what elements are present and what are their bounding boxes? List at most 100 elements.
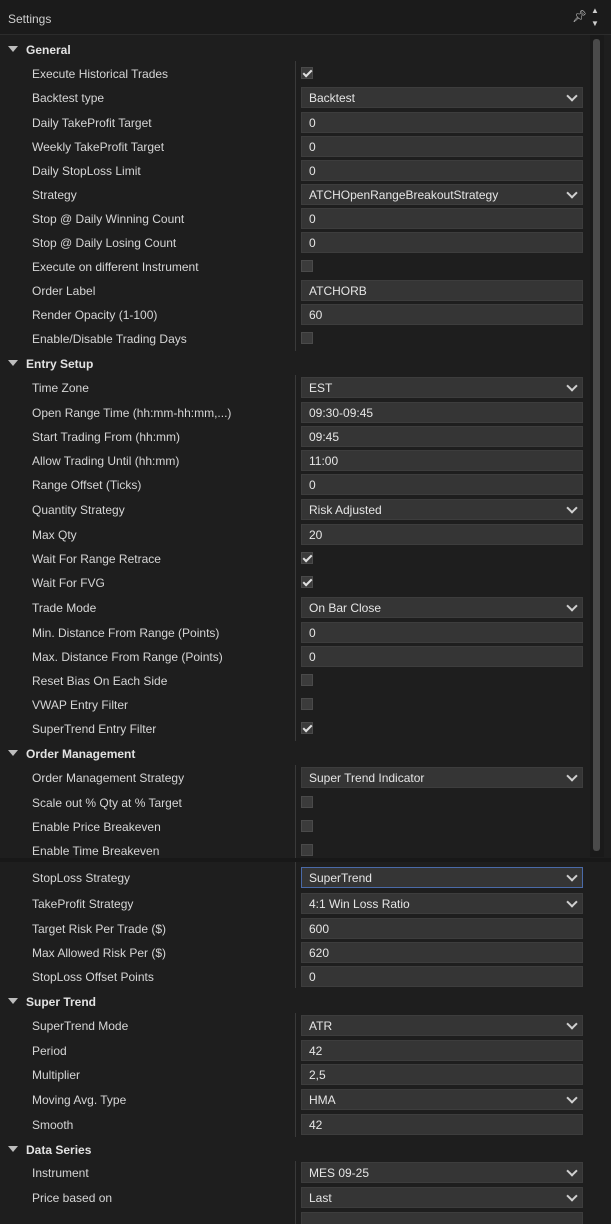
stop-daily-winning-count-input[interactable]: 0 — [301, 208, 583, 229]
weekly-takeprofit-target-input[interactable]: 0 — [301, 136, 583, 157]
vwap-entry-filter-checkbox[interactable] — [301, 698, 313, 710]
category-general[interactable]: General — [0, 37, 590, 61]
max-allowed-risk-per-input[interactable]: 620 — [301, 942, 583, 963]
partial-field[interactable] — [301, 1212, 583, 1224]
allow-trading-until-input[interactable]: 11:00 — [301, 450, 583, 471]
instrument-dropdown[interactable]: MES 09-25 — [301, 1162, 583, 1183]
property-label: Scale out % Qty at % Target — [32, 796, 182, 810]
property-vwap-entry-filter: VWAP Entry Filter — [0, 692, 590, 716]
stop-daily-losing-count-input[interactable]: 0 — [301, 232, 583, 253]
collapse-arrow-icon[interactable] — [8, 750, 18, 756]
property-reset-bias-on-each-side: Reset Bias On Each Side — [0, 668, 590, 692]
scroll-up-arrow-icon[interactable]: ▲ — [591, 6, 599, 15]
min-distance-from-range-input[interactable]: 0 — [301, 622, 583, 643]
wait-for-fvg-checkbox[interactable] — [301, 576, 313, 588]
enable-disable-trading-days-checkbox[interactable] — [301, 332, 313, 344]
property-quantity-strategy: Quantity Strategy Risk Adjusted — [0, 497, 590, 521]
scale-out-qty-checkbox[interactable] — [301, 796, 313, 808]
chevron-down-icon[interactable] — [566, 1190, 578, 1202]
property-time-zone: Time Zone EST — [0, 375, 590, 399]
property-backtest-type: Backtest type Backtest — [0, 85, 590, 109]
chevron-down-icon[interactable] — [566, 502, 578, 514]
target-risk-per-trade-input[interactable]: 600 — [301, 918, 583, 939]
category-data-series[interactable]: Data Series — [0, 1137, 590, 1161]
supertrend-mode-dropdown[interactable]: ATR — [301, 1015, 583, 1036]
strategy-dropdown[interactable]: ATCHOpenRangeBreakoutStrategy — [301, 184, 583, 205]
start-trading-from-input[interactable]: 09:45 — [301, 426, 583, 447]
backtest-type-dropdown[interactable]: Backtest — [301, 87, 583, 108]
multiplier-input[interactable]: 2,5 — [301, 1064, 583, 1085]
chevron-down-icon[interactable] — [566, 380, 578, 392]
category-label: Super Trend — [26, 995, 97, 1009]
execute-on-different-instrument-checkbox[interactable] — [301, 260, 313, 272]
render-opacity-input[interactable]: 60 — [301, 304, 583, 325]
scroll-down-arrow-icon[interactable]: ▼ — [591, 19, 599, 28]
quantity-strategy-dropdown[interactable]: Risk Adjusted — [301, 499, 583, 520]
property-wait-for-fvg: Wait For FVG — [0, 570, 590, 594]
dropdown-value: Backtest — [309, 91, 356, 105]
property-label: Max. Distance From Range (Points) — [32, 650, 223, 664]
property-label: Quantity Strategy — [32, 503, 125, 517]
vertical-scrollbar[interactable] — [590, 35, 604, 857]
enable-time-breakeven-checkbox[interactable] — [301, 844, 313, 856]
execute-historical-trades-checkbox[interactable] — [301, 67, 313, 79]
order-management-strategy-dropdown[interactable]: Super Trend Indicator — [301, 767, 583, 788]
property-min-distance-from-range: Min. Distance From Range (Points) 0 — [0, 620, 590, 644]
check-mark-icon — [302, 552, 313, 563]
price-based-on-dropdown[interactable]: Last — [301, 1187, 583, 1208]
property-render-opacity: Render Opacity (1-100) 60 — [0, 302, 590, 326]
pin-icon[interactable]: 📌︎ — [572, 9, 587, 25]
collapse-arrow-icon[interactable] — [8, 998, 18, 1004]
chevron-down-icon[interactable] — [566, 1018, 578, 1030]
wait-for-range-retrace-checkbox[interactable] — [301, 552, 313, 564]
chevron-down-icon[interactable] — [566, 90, 578, 102]
property-scale-out-qty: Scale out % Qty at % Target — [0, 790, 590, 814]
trade-mode-dropdown[interactable]: On Bar Close — [301, 597, 583, 618]
settings-title-bar: Settings 📌︎ — [0, 0, 611, 35]
chevron-down-icon[interactable] — [566, 1165, 578, 1177]
chevron-down-icon[interactable] — [566, 896, 578, 908]
period-input[interactable]: 42 — [301, 1040, 583, 1061]
check-mark-icon — [302, 722, 313, 733]
property-weekly-takeprofit-target: Weekly TakeProfit Target 0 — [0, 134, 590, 158]
category-entry-setup[interactable]: Entry Setup — [0, 351, 590, 375]
moving-avg-type-dropdown[interactable]: HMA — [301, 1089, 583, 1110]
chevron-down-icon[interactable] — [566, 600, 578, 612]
property-label: SuperTrend Mode — [32, 1019, 129, 1033]
property-supertrend-mode: SuperTrend Mode ATR — [0, 1013, 590, 1037]
range-offset-input[interactable]: 0 — [301, 474, 583, 495]
property-label: Trade Mode — [32, 601, 97, 615]
collapse-arrow-icon[interactable] — [8, 1146, 18, 1152]
max-distance-from-range-input[interactable]: 0 — [301, 646, 583, 667]
collapse-arrow-icon[interactable] — [8, 360, 18, 366]
stoploss-offset-points-input[interactable]: 0 — [301, 966, 583, 987]
enable-price-breakeven-checkbox[interactable] — [301, 820, 313, 832]
category-label: Data Series — [26, 1143, 92, 1157]
chevron-down-icon[interactable] — [566, 1092, 578, 1104]
category-label: General — [26, 43, 71, 57]
chevron-down-icon[interactable] — [566, 870, 578, 882]
category-order-management[interactable]: Order Management — [0, 741, 590, 765]
dropdown-value: Risk Adjusted — [309, 503, 382, 517]
supertrend-entry-filter-checkbox[interactable] — [301, 722, 313, 734]
daily-stoploss-limit-input[interactable]: 0 — [301, 160, 583, 181]
open-range-time-input[interactable]: 09:30-09:45 — [301, 402, 583, 423]
smooth-input[interactable]: 42 — [301, 1114, 583, 1135]
scrollbar-thumb[interactable] — [593, 39, 600, 851]
property-label: Min. Distance From Range (Points) — [32, 626, 220, 640]
property-label: Execute Historical Trades — [32, 67, 169, 81]
property-label: Enable/Disable Trading Days — [32, 332, 187, 346]
stoploss-strategy-dropdown[interactable]: SuperTrend — [301, 867, 583, 888]
takeprofit-strategy-dropdown[interactable]: 4:1 Win Loss Ratio — [301, 893, 583, 914]
daily-takeprofit-target-input[interactable]: 0 — [301, 112, 583, 133]
collapse-arrow-icon[interactable] — [8, 46, 18, 52]
chevron-down-icon[interactable] — [566, 187, 578, 199]
time-zone-dropdown[interactable]: EST — [301, 377, 583, 398]
property-order-management-strategy: Order Management Strategy Super Trend In… — [0, 765, 590, 789]
property-label: Open Range Time (hh:mm-hh:mm,...) — [32, 406, 232, 420]
category-super-trend[interactable]: Super Trend — [0, 989, 590, 1013]
max-qty-input[interactable]: 20 — [301, 524, 583, 545]
reset-bias-on-each-side-checkbox[interactable] — [301, 674, 313, 686]
order-label-input[interactable]: ATCHORB — [301, 280, 583, 301]
chevron-down-icon[interactable] — [566, 770, 578, 782]
